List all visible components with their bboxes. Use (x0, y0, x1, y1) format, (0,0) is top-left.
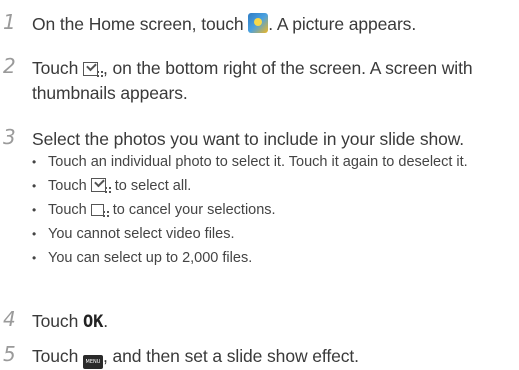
step-number: 5 (3, 342, 16, 366)
ok-key-label: OK (82, 312, 104, 332)
select-multiple-icon (82, 62, 98, 76)
bullet-item: • You cannot select video files. (32, 226, 235, 242)
bullet-list: • Touch an individual photo to select it.… (32, 153, 512, 273)
step-text: Select the photos you want to include in… (32, 129, 465, 149)
bullet-item: • Touch to select all. (32, 178, 192, 194)
menu-key-icon: MENU (82, 355, 103, 369)
gallery-app-icon (248, 13, 269, 33)
select-all-icon (90, 178, 106, 192)
step-number: 4 (3, 307, 16, 331)
bullet-item: • Touch an individual photo to select it.… (32, 154, 468, 170)
step-number: 1 (3, 10, 16, 34)
step-text: On the Home screen, touch . A picture ap… (32, 13, 417, 34)
step-number: 2 (3, 54, 16, 78)
step-text: Touch , on the bottom right of the scree… (32, 58, 473, 103)
step-text: Touch OK. (32, 311, 109, 332)
step-number: 3 (3, 125, 16, 149)
step-text: Touch MENU, and then set a slide show ef… (32, 344, 512, 369)
bullet-item: • You can select up to 2,000 files. (32, 250, 253, 266)
deselect-all-icon (90, 204, 104, 216)
bullet-item: • Touch to cancel your selections. (32, 202, 276, 218)
